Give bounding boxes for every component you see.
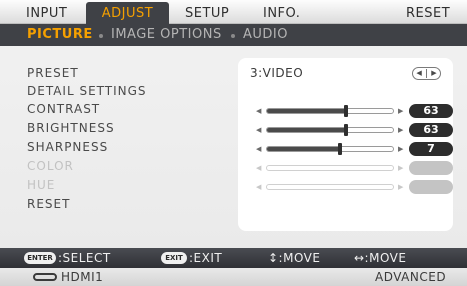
tab-info[interactable]: INFO.	[263, 3, 300, 24]
color-label: COLOR	[27, 159, 74, 173]
exit-key-icon: EXIT	[161, 252, 187, 264]
detail-settings-label[interactable]: DETAIL SETTINGS	[27, 84, 147, 98]
select-hint: :SELECT	[58, 251, 111, 265]
separator-dot	[99, 34, 103, 38]
projector-osd-menu: INPUT ADJUST SETUP INFO. RESET PICTURE I…	[0, 0, 467, 286]
brightness-track[interactable]	[266, 124, 394, 136]
arrow-left-icon: ◀	[256, 164, 262, 172]
color-slider: ◀ ▶	[256, 161, 456, 175]
tab-input[interactable]: INPUT	[26, 3, 67, 24]
arrow-left-icon[interactable]: ◀	[256, 126, 261, 134]
arrow-right-icon: ▶	[398, 183, 404, 191]
contrast-fill	[267, 109, 347, 113]
tab-setup[interactable]: SETUP	[185, 3, 229, 24]
arrow-left-icon: ◀	[256, 183, 262, 191]
brightness-thumb[interactable]	[344, 124, 349, 136]
move-horizontal-hint: ↔:MOVE	[354, 251, 407, 265]
contrast-thumb[interactable]	[344, 105, 349, 117]
enter-key-icon: ENTER	[24, 252, 56, 264]
arrow-left-icon[interactable]: ◀	[256, 145, 261, 153]
hue-label: HUE	[27, 178, 56, 192]
selector-divider	[426, 68, 427, 78]
subtab-image-options[interactable]: IMAGE OPTIONS	[111, 27, 222, 42]
contrast-track[interactable]	[266, 105, 394, 117]
sharpness-value: 7	[409, 142, 453, 156]
sharpness-track[interactable]	[266, 143, 394, 155]
brightness-slider[interactable]: ◀ ▶ 63	[256, 123, 456, 137]
status-bar: HDMI1 ADVANCED	[0, 268, 467, 286]
sub-tab-bar: PICTURE IMAGE OPTIONS AUDIO	[0, 24, 467, 46]
arrow-right-icon[interactable]: ▶	[398, 126, 403, 134]
sharpness-label[interactable]: SHARPNESS	[27, 140, 108, 154]
exit-hint: :EXIT	[189, 251, 223, 265]
preset-selector[interactable]: ◀ ▶	[412, 67, 441, 80]
arrow-right-icon: ▶	[431, 69, 437, 77]
sharpness-slider[interactable]: ◀ ▶ 7	[256, 142, 456, 156]
subtab-picture[interactable]: PICTURE	[27, 27, 93, 42]
hue-slider: ◀ ▶	[256, 180, 456, 194]
menu-mode: ADVANCED	[375, 270, 447, 284]
move-vertical-hint: ↕:MOVE	[268, 251, 321, 265]
contrast-value: 63	[409, 104, 453, 118]
help-bar: ENTER :SELECT EXIT :EXIT ↕:MOVE ↔:MOVE	[0, 248, 467, 268]
main-tab-bar: INPUT ADJUST SETUP INFO. RESET	[0, 0, 467, 25]
arrow-left-icon[interactable]: ◀	[256, 107, 261, 115]
contrast-slider[interactable]: ◀ ▶ 63	[256, 104, 456, 118]
brightness-fill	[267, 128, 347, 132]
preset-label[interactable]: PRESET	[27, 66, 79, 80]
hue-track	[266, 184, 394, 190]
input-source: HDMI1	[61, 270, 104, 284]
separator-dot	[231, 34, 235, 38]
preset-value: 3:VIDEO	[250, 66, 304, 80]
contrast-label[interactable]: CONTRAST	[27, 102, 100, 116]
arrow-right-icon[interactable]: ▶	[398, 107, 403, 115]
arrow-right-icon[interactable]: ▶	[398, 145, 403, 153]
color-value	[409, 161, 453, 175]
hue-value	[409, 180, 453, 194]
tab-reset[interactable]: RESET	[406, 3, 450, 24]
hdmi-input-icon	[33, 273, 57, 281]
arrow-right-icon: ▶	[398, 164, 404, 172]
sharpness-thumb[interactable]	[338, 143, 343, 155]
brightness-label[interactable]: BRIGHTNESS	[27, 121, 115, 135]
subtab-audio[interactable]: AUDIO	[243, 27, 288, 42]
color-track	[266, 165, 394, 171]
reset-label[interactable]: RESET	[27, 197, 70, 211]
arrow-left-icon: ◀	[416, 69, 422, 77]
sharpness-fill	[267, 147, 341, 151]
tab-adjust[interactable]: ADJUST	[86, 2, 169, 25]
brightness-value: 63	[409, 123, 453, 137]
